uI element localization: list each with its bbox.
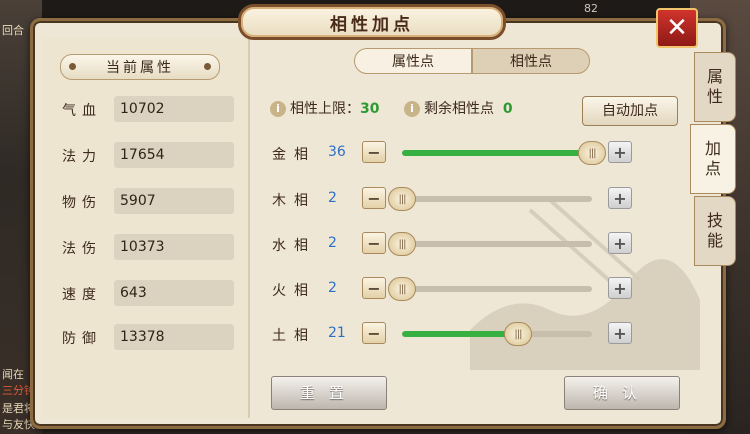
affinity-value: 36 — [328, 144, 346, 160]
attribute-row-mp: 法力 17654 — [58, 142, 238, 168]
side-tab-char: 能 — [706, 231, 723, 250]
affinity-row-water: 水相 2 − ||| + — [270, 229, 640, 259]
current-attributes-title: 当前属性 — [60, 54, 220, 80]
attribute-value: 10373 — [114, 234, 234, 260]
increase-button[interactable]: + — [608, 232, 632, 254]
side-tab-char: 性 — [706, 87, 723, 106]
affinity-row-fire: 火相 2 − ||| + — [270, 274, 640, 304]
reset-button[interactable]: 重置 — [271, 376, 387, 410]
increase-button[interactable]: + — [608, 187, 632, 209]
slider-track[interactable] — [402, 150, 592, 156]
panel-title: 相性加点 — [238, 4, 506, 40]
affinity-row-earth: 土相 21 − ||| + — [270, 319, 640, 349]
attribute-label: 速度 — [62, 287, 102, 303]
side-tab-char: 点 — [704, 159, 721, 178]
attribute-value: 10702 — [114, 96, 234, 122]
slider-knob[interactable]: ||| — [388, 277, 416, 301]
slider-fill — [402, 150, 592, 156]
affinity-limit-info: i 相性上限：30 — [270, 98, 379, 118]
side-tab-char: 技 — [706, 211, 723, 230]
slider-knob[interactable]: ||| — [388, 232, 416, 256]
slider-track[interactable] — [402, 331, 592, 337]
affinity-label: 土相 — [272, 328, 316, 344]
affinity-row-metal: 金相 36 − ||| + — [270, 138, 640, 168]
decrease-button[interactable]: − — [362, 187, 386, 209]
attribute-row-phys-dmg: 物伤 5907 — [58, 188, 238, 214]
attribute-label: 法力 — [62, 149, 102, 165]
side-tab-attributes[interactable]: 属 性 — [694, 52, 736, 122]
top-number: 82 — [584, 2, 598, 15]
attribute-row-hp: 气血 10702 — [58, 96, 238, 122]
side-tab-char: 加 — [704, 139, 721, 158]
affinity-label: 金相 — [272, 147, 316, 163]
decrease-button[interactable]: − — [362, 277, 386, 299]
increase-button[interactable]: + — [608, 277, 632, 299]
slider-track[interactable] — [402, 241, 592, 247]
tab-affinity-points[interactable]: 相性点 — [472, 48, 590, 74]
slider-track[interactable] — [402, 286, 592, 292]
attribute-label: 物伤 — [62, 195, 102, 211]
close-button[interactable]: ✕ — [656, 8, 698, 48]
decrease-button[interactable]: − — [362, 322, 386, 344]
remaining-points-info: i 剩余相性点 0 — [404, 98, 513, 118]
affinity-label: 火相 — [272, 283, 316, 299]
attribute-row-magic-dmg: 法伤 10373 — [58, 234, 238, 260]
remain-label: 剩余相性点 — [424, 101, 494, 117]
increase-button[interactable]: + — [608, 322, 632, 344]
affinity-value: 21 — [328, 325, 346, 341]
affinity-row-wood: 木相 2 − ||| + — [270, 184, 640, 214]
side-tab-skills[interactable]: 技 能 — [694, 196, 736, 266]
affinity-label: 木相 — [272, 193, 316, 209]
affinity-value: 2 — [328, 235, 337, 251]
attribute-label: 防御 — [62, 331, 102, 347]
attribute-value: 13378 — [114, 324, 234, 350]
increase-button[interactable]: + — [608, 141, 632, 163]
attribute-label: 气血 — [62, 103, 102, 119]
slider-track[interactable] — [402, 196, 592, 202]
slider-knob[interactable]: ||| — [578, 141, 606, 165]
slider-knob[interactable]: ||| — [503, 322, 532, 346]
attribute-row-speed: 速度 643 — [58, 280, 238, 306]
info-icon[interactable]: i — [270, 101, 286, 117]
decrease-button[interactable]: − — [362, 141, 386, 163]
point-type-tabs: 属性点 相性点 — [350, 48, 595, 74]
limit-label: 相性上限： — [290, 101, 360, 117]
remain-value: 0 — [502, 101, 513, 117]
confirm-button[interactable]: 确认 — [564, 376, 680, 410]
info-icon[interactable]: i — [404, 101, 420, 117]
side-tab-char: 属 — [706, 67, 723, 86]
attribute-value: 643 — [114, 280, 234, 306]
slider-knob[interactable]: ||| — [388, 187, 416, 211]
auto-assign-button[interactable]: 自动加点 — [582, 96, 678, 126]
limit-value: 30 — [360, 101, 380, 117]
decrease-button[interactable]: − — [362, 232, 386, 254]
round-label: 回合 — [2, 24, 24, 37]
affinity-value: 2 — [328, 280, 337, 296]
current-attributes-column — [42, 38, 250, 418]
tab-attribute-points[interactable]: 属性点 — [354, 48, 472, 74]
attribute-row-defense: 防御 13378 — [58, 324, 238, 350]
affinity-value: 2 — [328, 190, 337, 206]
chat-line-1: 闻在 — [2, 368, 24, 381]
attribute-label: 法伤 — [62, 241, 102, 257]
slider-fill — [402, 331, 518, 337]
attribute-value: 5907 — [114, 188, 234, 214]
attribute-value: 17654 — [114, 142, 234, 168]
affinity-label: 水相 — [272, 238, 316, 254]
